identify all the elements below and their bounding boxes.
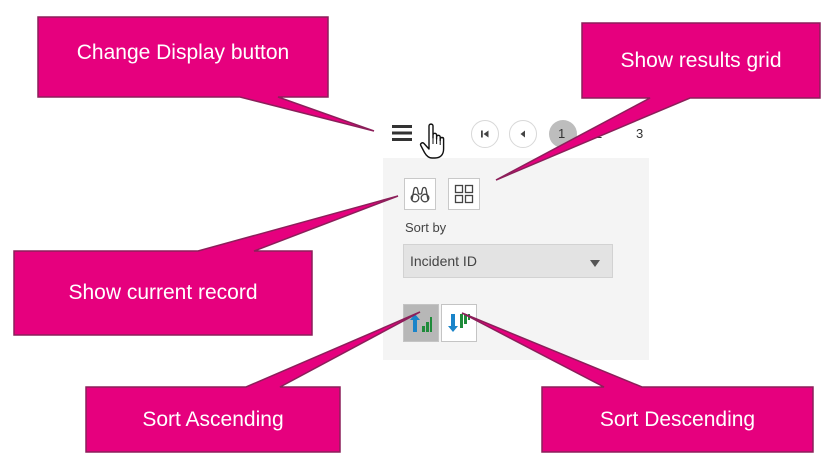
show-results-grid-button[interactable] <box>448 178 480 210</box>
callout-show-results-grid-text: Show results grid <box>620 48 782 72</box>
screenshot-stage: 1 2 3 Sort by Incident ID Change Display… <box>0 0 827 458</box>
callout-change-display-text: Change Display button <box>76 41 290 64</box>
sort-descending-button[interactable] <box>441 304 477 342</box>
previous-page-button[interactable] <box>509 120 537 148</box>
chevron-down-icon <box>590 260 600 267</box>
sort-ascending-icon <box>410 314 432 332</box>
sort-by-label: Sort by <box>405 220 447 235</box>
binoculars-icon <box>410 186 430 203</box>
grid-icon <box>454 184 474 204</box>
page-1-label: 1 <box>558 126 566 141</box>
page-1-button[interactable]: 1 <box>549 120 577 148</box>
callout-show-current-record-text: Show current record <box>68 281 258 304</box>
callout-sort-descending-text: Sort Descending <box>599 407 756 431</box>
sort-ascending-button[interactable] <box>403 304 439 342</box>
first-page-button[interactable] <box>471 120 499 148</box>
sort-descending-icon <box>448 314 470 332</box>
hand-pointer-icon <box>419 122 449 162</box>
callout-sort-ascending-text: Sort Ascending <box>142 407 284 431</box>
sort-by-select[interactable]: Incident ID <box>403 244 613 278</box>
hamburger-menu-icon[interactable] <box>392 124 412 142</box>
show-current-record-button[interactable] <box>404 178 436 210</box>
page-3-link[interactable]: 3 <box>636 126 643 141</box>
page-2-link[interactable]: 2 <box>595 126 602 141</box>
results-panel: 1 2 3 Sort by Incident ID <box>383 108 649 360</box>
first-page-icon <box>481 130 489 138</box>
sort-by-value: Incident ID <box>410 253 477 269</box>
pager-toolbar: 1 2 3 <box>383 108 649 159</box>
previous-page-icon <box>520 130 525 138</box>
